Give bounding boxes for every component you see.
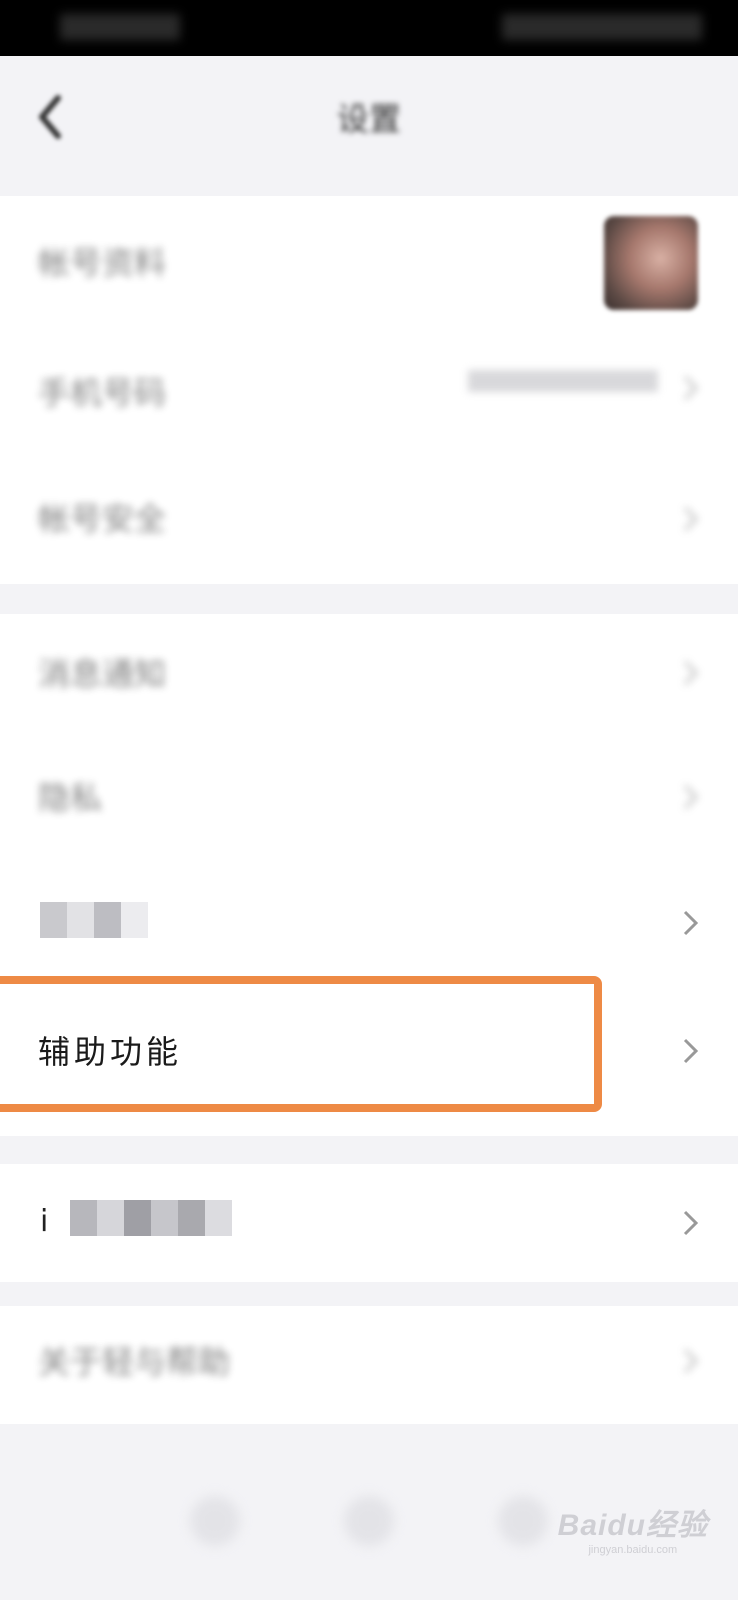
settings-row-profile[interactable]: 帐号资料: [0, 196, 738, 330]
pixelated-label: [70, 1200, 232, 1236]
status-bar-left-info: [60, 14, 180, 40]
nav-home-icon[interactable]: [344, 1496, 394, 1546]
settings-row-label: 帐号资料: [38, 244, 167, 282]
chevron-right-icon: [680, 782, 702, 812]
settings-row-label: 消息通知: [38, 655, 167, 693]
settings-row-label: 关于轻与帮助: [38, 1343, 231, 1381]
pixelated-label: [40, 902, 148, 938]
avatar: [604, 216, 698, 310]
about-settings-group: 关于轻与帮助: [0, 1306, 738, 1424]
settings-row-account-security[interactable]: 帐号安全: [0, 456, 738, 584]
settings-row-label: 隐私: [38, 779, 103, 817]
settings-row-label: 手机号码: [38, 374, 167, 412]
nav-recents-icon[interactable]: [498, 1496, 548, 1546]
settings-row-label-fragment: ⅰ: [40, 1204, 49, 1239]
chevron-right-icon: [680, 373, 702, 403]
chevron-right-icon: [680, 908, 702, 938]
page-title: 设置: [336, 100, 401, 138]
settings-row-pixelated-2[interactable]: ⅰ: [0, 1164, 738, 1282]
chevron-right-icon: [680, 1346, 702, 1376]
chevron-right-icon: [680, 658, 702, 688]
account-settings-group: 帐号资料 手机号码 帐号安全: [0, 196, 738, 584]
status-bar: [0, 0, 738, 56]
settings-row-label: 帐号安全: [38, 500, 167, 538]
watermark-logo: Baidu经验: [557, 1509, 708, 1542]
highlight-box: [0, 976, 602, 1112]
header: 设置: [0, 56, 738, 196]
settings-row-pixelated[interactable]: [0, 862, 738, 986]
third-settings-group: ⅰ: [0, 1164, 738, 1282]
phone-number-value: [468, 370, 658, 392]
watermark-url: jingyan.baidu.com: [588, 1544, 678, 1556]
settings-row-privacy[interactable]: 隐私: [0, 738, 738, 862]
nav-back-icon[interactable]: [190, 1496, 240, 1546]
chevron-right-icon: [680, 504, 702, 534]
watermark: Baidu经验 jingyan.baidu.com: [558, 1500, 708, 1556]
settings-row-phone[interactable]: 手机号码: [0, 330, 738, 456]
settings-row-notifications[interactable]: 消息通知: [0, 614, 738, 738]
chevron-right-icon: [680, 1208, 702, 1238]
chevron-right-icon: [680, 1036, 702, 1066]
settings-row-about[interactable]: 关于轻与帮助: [0, 1306, 738, 1424]
status-bar-right-icons: [502, 14, 702, 40]
